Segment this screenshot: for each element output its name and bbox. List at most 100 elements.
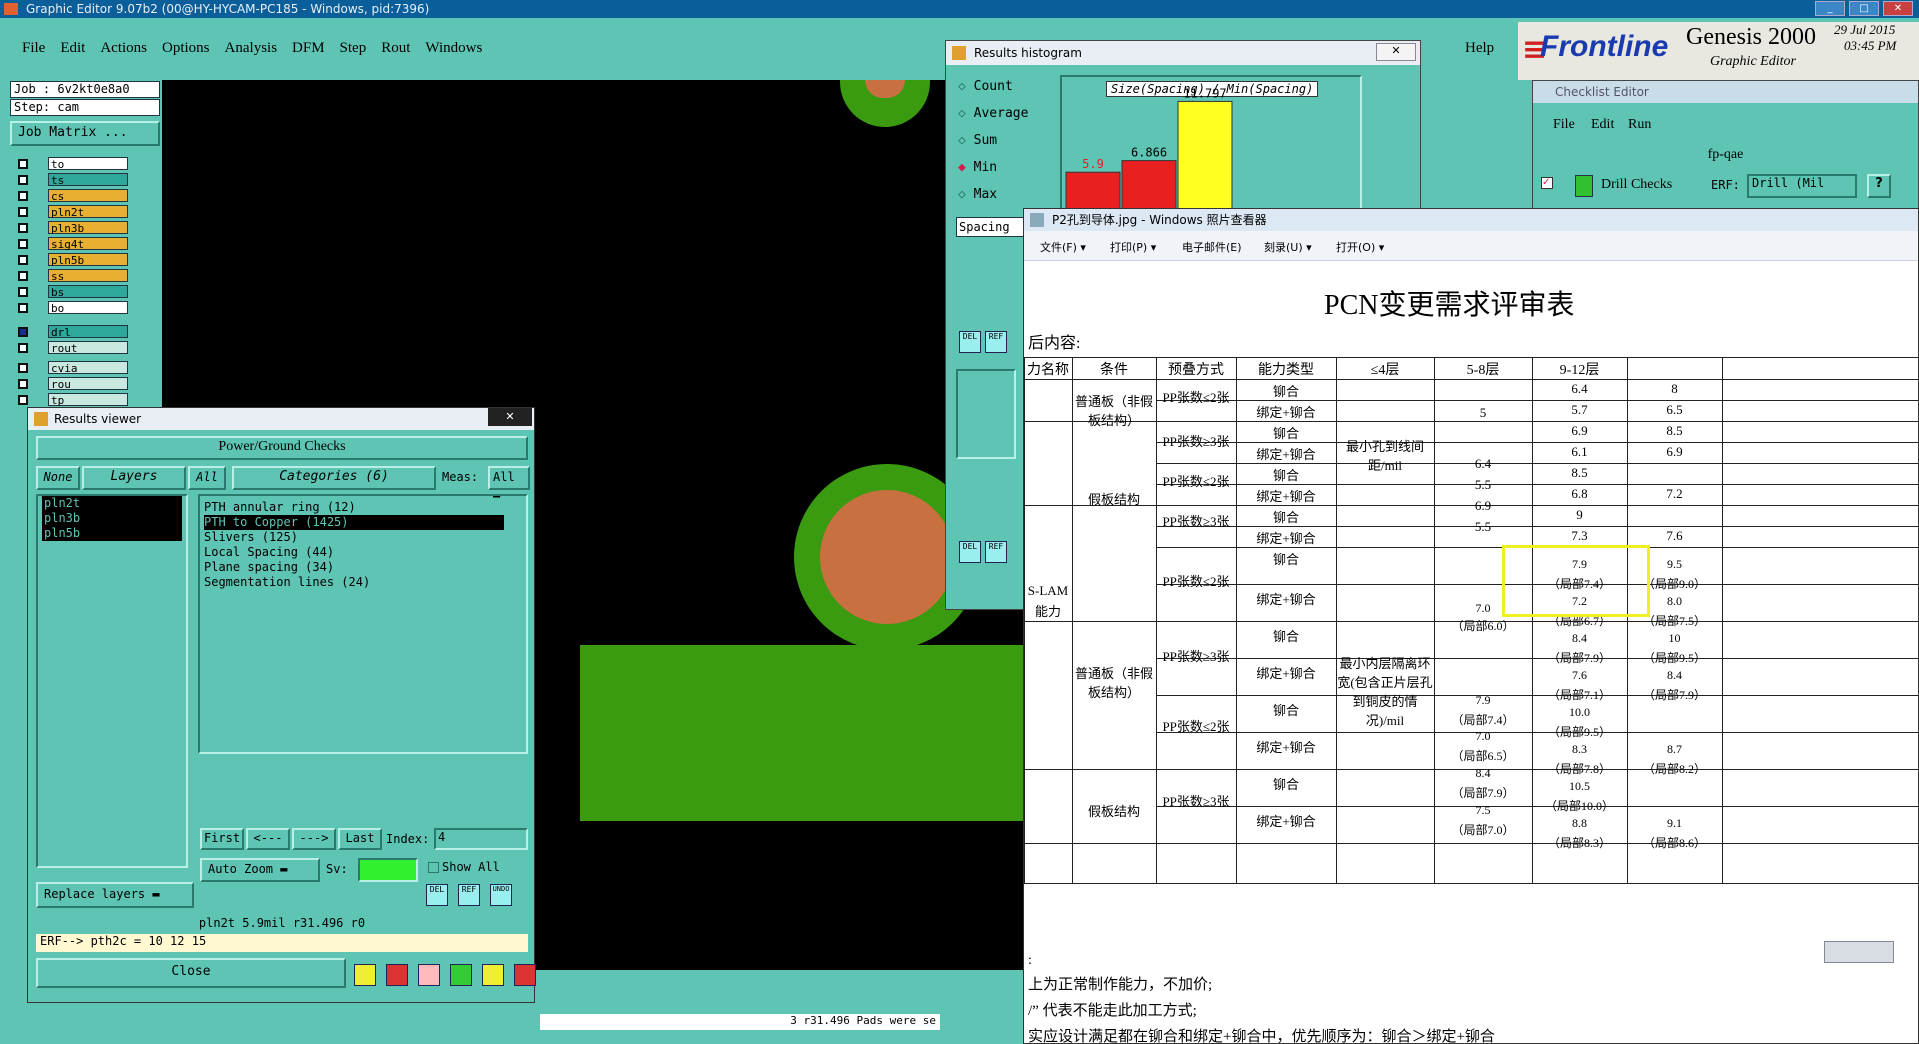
help-button[interactable]: ? bbox=[1867, 174, 1891, 198]
layer-row-bo[interactable]: bo bbox=[18, 301, 158, 315]
layer-name[interactable]: ss bbox=[48, 269, 128, 283]
layer-name[interactable]: tp bbox=[48, 393, 128, 407]
del-icon[interactable]: DEL bbox=[426, 884, 448, 906]
report-icon[interactable] bbox=[450, 964, 472, 986]
check-item-label[interactable]: Drill Checks bbox=[1601, 177, 1672, 193]
first-button[interactable]: First bbox=[200, 828, 244, 850]
layer-result-item[interactable]: pln2t bbox=[42, 496, 182, 511]
categories-button[interactable]: Categories (6) bbox=[232, 466, 436, 490]
del-icon[interactable]: DEL bbox=[959, 331, 981, 353]
layer-name[interactable]: bo bbox=[48, 301, 128, 315]
menu-help[interactable]: Help bbox=[1465, 40, 1494, 57]
layer-checkbox[interactable] bbox=[18, 363, 28, 373]
option-min[interactable]: ◆ Min bbox=[958, 160, 997, 175]
layer-result-item[interactable]: pln3b bbox=[42, 511, 182, 526]
layer-results-list[interactable]: pln2t pln3b pln5b bbox=[36, 494, 188, 868]
layer-row-ts[interactable]: ts bbox=[18, 173, 158, 187]
next-button[interactable]: ---> bbox=[292, 828, 336, 850]
viewer-menu-burn[interactable]: 刻录(U) ▾ bbox=[1264, 239, 1312, 255]
layer-checkbox[interactable] bbox=[18, 271, 28, 281]
category-item[interactable]: Plane spacing (34) bbox=[204, 560, 334, 575]
layer-row-sig4t[interactable]: sig4t bbox=[18, 237, 158, 251]
viewer-menu-open[interactable]: 打开(O) ▾ bbox=[1336, 239, 1384, 255]
category-item[interactable]: Segmentation lines (24) bbox=[204, 575, 370, 590]
layer-row-pln2t[interactable]: pln2t bbox=[18, 205, 158, 219]
layer-row-cs[interactable]: cs bbox=[18, 189, 158, 203]
layer-row-cvia[interactable]: cvia bbox=[18, 361, 158, 375]
menu-windows[interactable]: Windows bbox=[425, 40, 482, 57]
layer-checkbox[interactable] bbox=[18, 379, 28, 389]
menu-options[interactable]: Options bbox=[162, 40, 210, 57]
layer-row-ss[interactable]: ss bbox=[18, 269, 158, 283]
layer-name[interactable]: rout bbox=[48, 341, 128, 355]
layer-name[interactable]: sig4t bbox=[48, 237, 128, 251]
clear-icon[interactable] bbox=[418, 964, 440, 986]
all-button[interactable]: All bbox=[188, 466, 226, 490]
prev-button[interactable]: <--- bbox=[246, 828, 290, 850]
del-icon-2[interactable]: DEL bbox=[959, 541, 981, 563]
layer-name[interactable]: cs bbox=[48, 189, 128, 203]
close-window-button[interactable]: ✕ bbox=[1883, 1, 1913, 16]
layers-button[interactable]: Layers bbox=[82, 466, 186, 490]
layer-checkbox[interactable] bbox=[18, 207, 28, 217]
layer-checkbox[interactable] bbox=[18, 255, 28, 265]
layer-name[interactable]: drl bbox=[48, 325, 128, 339]
ref-icon[interactable]: REF bbox=[458, 884, 480, 906]
option-average[interactable]: ◇ Average bbox=[958, 106, 1028, 121]
checklist-menu-run[interactable]: Run bbox=[1628, 117, 1651, 133]
histogram-tool-icon[interactable] bbox=[354, 964, 376, 986]
category-item[interactable]: Slivers (125) bbox=[204, 530, 298, 545]
notes-icon[interactable] bbox=[482, 964, 504, 986]
ref-icon[interactable]: REF bbox=[985, 331, 1007, 353]
language-bar[interactable] bbox=[1824, 941, 1894, 963]
erf-field[interactable]: Drill (Mil bbox=[1747, 174, 1857, 198]
results-close-x-button[interactable]: ✕ bbox=[488, 408, 532, 426]
index-field[interactable]: 4 bbox=[434, 828, 528, 850]
stop-icon[interactable] bbox=[386, 964, 408, 986]
sv-color-dropdown[interactable] bbox=[358, 858, 418, 882]
category-item[interactable]: Local Spacing (44) bbox=[204, 545, 334, 560]
layer-row-rou[interactable]: rou bbox=[18, 377, 158, 391]
viewer-menu-email[interactable]: 电子邮件(E) bbox=[1182, 239, 1242, 255]
replace-layers-dropdown[interactable]: Replace layers ▬ bbox=[36, 882, 194, 908]
option-count[interactable]: ◇ Count bbox=[958, 79, 1013, 94]
minimize-button[interactable]: _ bbox=[1815, 1, 1845, 16]
checklist-menu-edit[interactable]: Edit bbox=[1591, 117, 1614, 133]
histogram-close-button[interactable]: ✕ bbox=[1376, 43, 1416, 61]
category-item-selected[interactable]: PTH to Copper (1425) bbox=[204, 515, 504, 530]
layer-checkbox[interactable] bbox=[18, 223, 28, 233]
none-button[interactable]: None bbox=[36, 466, 80, 490]
layer-checkbox[interactable] bbox=[18, 327, 28, 337]
layer-row-to[interactable]: to bbox=[18, 157, 158, 171]
layer-name[interactable]: rou bbox=[48, 377, 128, 391]
option-max[interactable]: ◇ Max bbox=[958, 187, 997, 202]
layer-row-drl[interactable]: drl bbox=[18, 325, 158, 339]
menu-step[interactable]: Step bbox=[340, 40, 367, 57]
layer-result-item[interactable]: pln5b bbox=[42, 526, 182, 541]
category-item[interactable]: PTH annular ring (12) bbox=[204, 500, 504, 515]
viewer-menu-print[interactable]: 打印(P) ▾ bbox=[1110, 239, 1156, 255]
auto-zoom-dropdown[interactable]: Auto Zoom ▬ bbox=[200, 858, 320, 882]
menu-file[interactable]: File bbox=[22, 40, 45, 57]
layer-row-pln5b[interactable]: pln5b bbox=[18, 253, 158, 267]
close-button[interactable]: Close bbox=[36, 958, 346, 988]
layer-row-pln3b[interactable]: pln3b bbox=[18, 221, 158, 235]
menu-actions[interactable]: Actions bbox=[100, 40, 147, 57]
menu-rout[interactable]: Rout bbox=[381, 40, 410, 57]
layer-name[interactable]: to bbox=[48, 157, 128, 171]
layer-checkbox[interactable] bbox=[18, 175, 28, 185]
layer-name[interactable]: pln3b bbox=[48, 221, 128, 235]
layer-checkbox[interactable] bbox=[18, 343, 28, 353]
categories-list[interactable]: PTH annular ring (12) PTH to Copper (142… bbox=[198, 494, 528, 754]
menu-edit[interactable]: Edit bbox=[60, 40, 85, 57]
job-matrix-button[interactable]: Job Matrix ... bbox=[10, 121, 160, 146]
layer-name[interactable]: pln5b bbox=[48, 253, 128, 267]
chart-icon[interactable] bbox=[514, 964, 536, 986]
ref-icon-2[interactable]: REF bbox=[985, 541, 1007, 563]
menu-dfm[interactable]: DFM bbox=[292, 40, 325, 57]
layer-checkbox[interactable] bbox=[18, 191, 28, 201]
layer-row-rout[interactable]: rout bbox=[18, 341, 158, 355]
viewer-menu-file[interactable]: 文件(F) ▾ bbox=[1040, 239, 1086, 255]
layer-name[interactable]: cvia bbox=[48, 361, 128, 375]
layer-name[interactable]: ts bbox=[48, 173, 128, 187]
